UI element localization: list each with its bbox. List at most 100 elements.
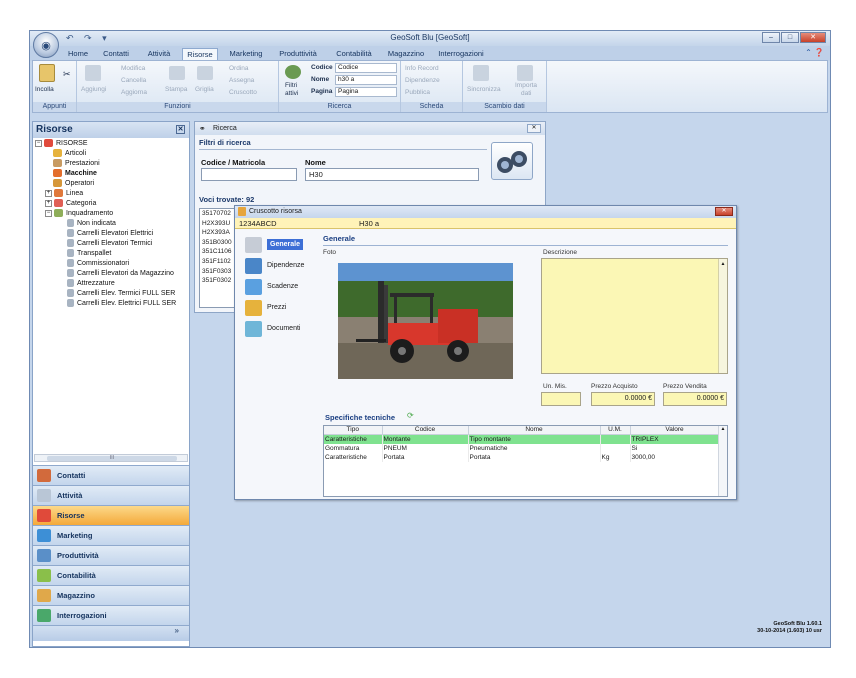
- side-item-documenti[interactable]: Documenti: [245, 319, 315, 339]
- nav-produttivita[interactable]: Produttività: [33, 545, 189, 565]
- importa-label-1[interactable]: Importa: [515, 82, 537, 89]
- side-item-generale[interactable]: Generale: [245, 235, 315, 255]
- filter-icon: [285, 65, 301, 79]
- add-icon: [85, 65, 101, 81]
- resource-photo: [338, 263, 513, 379]
- tree-node-child[interactable]: Transpallet: [67, 249, 111, 259]
- navigation-pane: Contatti Attività Risorse Marketing Prod…: [33, 465, 189, 641]
- griglia-button[interactable]: Griglia: [195, 86, 214, 93]
- magazzino-icon: [37, 589, 51, 602]
- filtri-attivi-label-1[interactable]: Filtri: [285, 82, 297, 89]
- descrizione-textarea[interactable]: ▲: [541, 258, 728, 374]
- resource-tree: − RISORSE Articoli Prestazioni Macchine O…: [33, 138, 189, 454]
- un-mis-field[interactable]: [541, 392, 581, 406]
- modifica-button[interactable]: Modifica: [121, 65, 145, 72]
- prezzo-vendita-field[interactable]: 0.0000 €: [663, 392, 727, 406]
- refresh-icon[interactable]: ⟳: [407, 411, 414, 420]
- tree-node-macchine[interactable]: Macchine: [53, 169, 97, 179]
- aggiungi-button[interactable]: Aggiungi: [81, 86, 106, 93]
- cancella-button[interactable]: Cancella: [121, 77, 146, 84]
- scissors-icon[interactable]: ✂: [63, 69, 71, 80]
- tree-node-child[interactable]: Attrezzature: [67, 279, 115, 289]
- group-label-appunti: Appunti: [33, 102, 76, 112]
- dipendenze-button[interactable]: Dipendenze: [405, 77, 440, 84]
- quick-access-toolbar[interactable]: ↶ ↷ ▾: [66, 33, 111, 44]
- stampa-button[interactable]: Stampa: [165, 86, 187, 93]
- ribbon-codice-field[interactable]: Codice: [335, 63, 397, 73]
- cruscotto-close-icon[interactable]: ✕: [715, 207, 733, 216]
- column-header[interactable]: Nome: [468, 426, 601, 435]
- side-item-scadenze[interactable]: Scadenze: [245, 277, 315, 297]
- dependencies-icon: [245, 258, 262, 274]
- incolla-button[interactable]: Incolla: [35, 86, 54, 93]
- cruscotto-title: Cruscotto risorsa: [249, 208, 302, 215]
- prezzo-acquisto-field[interactable]: 0.0000 €: [591, 392, 655, 406]
- nav-risorse[interactable]: Risorse: [33, 505, 189, 525]
- column-header[interactable]: Tipo: [324, 426, 383, 435]
- tree-node-inquadramento[interactable]: − Inquadramento: [45, 209, 113, 219]
- tree-node-child[interactable]: Carrelli Elev. Termici FULL SER: [67, 289, 175, 299]
- tree-node-categoria[interactable]: + Categoria: [45, 199, 96, 209]
- specifiche-grid: Tipo Codice Nome U.M. Valore Caratterist…: [323, 425, 728, 497]
- nome-input[interactable]: H30: [305, 168, 479, 181]
- table-row[interactable]: Caratteristiche Portata Portata Kg 3000,00: [324, 453, 720, 462]
- nav-magazzino[interactable]: Magazzino: [33, 585, 189, 605]
- filtri-attivi-label-2[interactable]: attivi: [285, 90, 298, 97]
- ricerca-close-icon[interactable]: ✕: [527, 124, 541, 133]
- tree-node-risorse[interactable]: − RISORSE: [35, 139, 88, 149]
- maximize-button[interactable]: □: [781, 32, 799, 43]
- tree-node-articoli[interactable]: Articoli: [53, 149, 86, 159]
- nav-interrogazioni[interactable]: Interrogazioni: [33, 605, 189, 625]
- tree-node-child[interactable]: Commissionatori: [67, 259, 129, 269]
- nav-attivita[interactable]: Attività: [33, 485, 189, 505]
- tree-node-child[interactable]: Carrelli Elev. Elettrici FULL SER: [67, 299, 176, 309]
- pubblica-button[interactable]: Pubblica: [405, 89, 430, 96]
- tree-node-linea[interactable]: + Linea: [45, 189, 83, 199]
- side-item-dipendenze[interactable]: Dipendenze: [245, 256, 315, 276]
- tree-node-child[interactable]: Non indicata: [67, 219, 116, 229]
- close-button[interactable]: ✕: [800, 32, 826, 43]
- grid-vertical-scrollbar[interactable]: ▲: [718, 426, 727, 496]
- search-button[interactable]: [491, 142, 533, 180]
- tree-node-child[interactable]: Carrelli Elevatori da Magazzino: [67, 269, 174, 279]
- table-row[interactable]: Caratteristiche Montante Tipo montante TRIP…: [324, 434, 720, 444]
- importa-label-2[interactable]: dati: [521, 90, 531, 97]
- nav-contabilita[interactable]: Contabilità: [33, 565, 189, 585]
- scrollbar-thumb[interactable]: III: [47, 456, 177, 461]
- close-panel-icon[interactable]: ✕: [176, 125, 185, 134]
- nav-marketing[interactable]: Marketing: [33, 525, 189, 545]
- table-row[interactable]: Gommatura PNEUM Pneumatiche Si: [324, 444, 720, 453]
- application-window: ↶ ↷ ▾ GeoSoft Blu [GeoSoft] – □ ✕ ◉ Home…: [29, 30, 831, 648]
- tree-node-prestazioni[interactable]: Prestazioni: [53, 159, 100, 169]
- info-record-button[interactable]: Info Record: [405, 65, 439, 72]
- application-menu-button[interactable]: ◉: [33, 32, 59, 58]
- nav-more-chevron-icon[interactable]: »: [33, 625, 189, 641]
- ribbon-nome-field[interactable]: h30 a: [335, 75, 397, 85]
- cruscotto-button[interactable]: Cruscotto: [229, 89, 257, 96]
- ordina-button[interactable]: Ordina: [229, 65, 249, 72]
- codice-matricola-input[interactable]: [201, 168, 297, 181]
- column-header[interactable]: Valore: [630, 426, 720, 435]
- side-item-prezzi[interactable]: Prezzi: [245, 298, 315, 318]
- tree-node-child[interactable]: Carrelli Elevatori Elettrici: [67, 229, 153, 239]
- nav-contatti[interactable]: Contatti: [33, 465, 189, 485]
- print-icon: [169, 66, 185, 80]
- sincronizza-button[interactable]: Sincronizza: [467, 86, 501, 93]
- ribbon-pagina-field[interactable]: Pagina: [335, 87, 397, 97]
- prices-icon: [245, 300, 262, 316]
- descrizione-label: Descrizione: [543, 249, 577, 256]
- divider: [323, 245, 728, 246]
- tree-node-operatori[interactable]: Operatori: [53, 179, 94, 189]
- aggiorna-button[interactable]: Aggiorna: [121, 89, 147, 96]
- ribbon: Incolla ✂ Appunti Aggiungi Modifica Canc…: [32, 60, 828, 113]
- left-panel-header: Risorse ✕: [33, 122, 189, 138]
- help-icon[interactable]: ⌃ ❓: [805, 48, 824, 57]
- minimize-button[interactable]: –: [762, 32, 780, 43]
- tree-horizontal-scrollbar[interactable]: III: [34, 454, 188, 462]
- description-scrollbar[interactable]: ▲: [718, 259, 727, 373]
- column-header[interactable]: U.M.: [600, 426, 631, 435]
- column-header[interactable]: Codice: [382, 426, 469, 435]
- tree-node-child[interactable]: Carrelli Elevatori Termici: [67, 239, 152, 249]
- assegna-button[interactable]: Assegna: [229, 77, 254, 84]
- home-icon: [245, 237, 262, 253]
